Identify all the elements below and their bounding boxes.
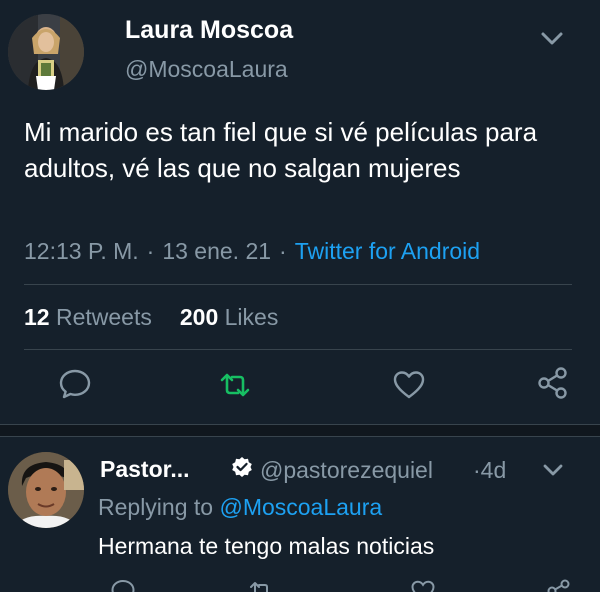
thread-separator — [0, 424, 600, 437]
reply-author-handle[interactable]: @pastorezequiel — [260, 457, 433, 484]
tweet-meta: 12:13 P. M. · 13 ene. 21 · Twitter for Andro… — [24, 238, 480, 265]
retweets-stat[interactable]: 12 Retweets — [24, 304, 152, 330]
replying-to: Replying to @MoscoaLaura — [98, 494, 382, 521]
share-icon[interactable] — [546, 578, 572, 592]
retweets-label: Retweets — [55, 304, 152, 330]
likes-label: Likes — [224, 304, 279, 330]
tweet-detail-view: Laura Moscoa @MoscoaLaura Mi marido es t… — [0, 0, 600, 592]
tweet-source-link[interactable]: Twitter for Android — [295, 238, 480, 264]
replying-prefix: Replying to — [98, 494, 214, 520]
heart-icon[interactable] — [392, 368, 426, 402]
divider — [24, 284, 572, 285]
reply-author-avatar[interactable] — [8, 452, 84, 528]
chevron-down-icon[interactable] — [540, 30, 564, 48]
meta-separator: · — [146, 238, 155, 264]
tweet-time[interactable]: 12:13 P. M. — [24, 238, 139, 264]
reply-author-name[interactable]: Pastor... — [100, 456, 189, 483]
reply-text: Hermana te tengo malas noticias — [98, 533, 435, 559]
author-handle[interactable]: @MoscoaLaura — [125, 56, 288, 83]
retweet-icon[interactable] — [218, 368, 252, 402]
comment-icon[interactable] — [110, 578, 136, 592]
author-name[interactable]: Laura Moscoa — [125, 16, 293, 45]
author-avatar[interactable] — [8, 14, 84, 90]
reply-age[interactable]: ·4d — [473, 457, 506, 484]
tweet-stats: 12 Retweets 200 Likes — [24, 304, 278, 331]
likes-stat[interactable]: 200 Likes — [180, 304, 278, 330]
likes-count: 200 — [179, 304, 219, 330]
heart-icon[interactable] — [410, 578, 436, 592]
share-icon[interactable] — [536, 366, 570, 400]
comment-icon[interactable] — [58, 367, 92, 401]
retweets-count: 12 — [24, 304, 50, 330]
divider — [24, 349, 572, 350]
verified-badge-icon — [232, 457, 252, 477]
tweet-date[interactable]: 13 ene. 21 — [162, 238, 271, 264]
retweet-icon[interactable] — [248, 578, 274, 592]
avatar-photo — [8, 452, 84, 528]
avatar-photo — [8, 14, 84, 90]
meta-separator: · — [279, 238, 287, 264]
replying-mention-link[interactable]: @MoscoaLaura — [219, 494, 382, 520]
tweet-text: Mi marido es tan fiel que si vé película… — [24, 117, 538, 183]
chevron-down-icon[interactable] — [542, 462, 564, 478]
